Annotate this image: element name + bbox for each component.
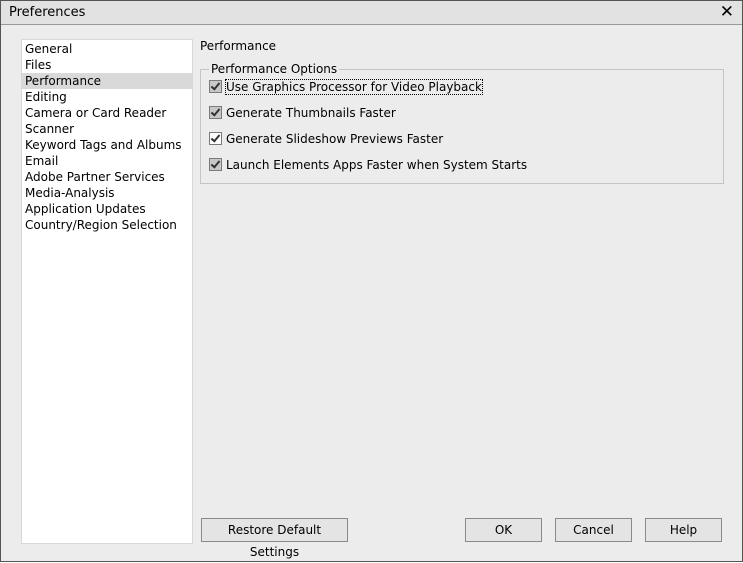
performance-options-group: Performance Options Use Graphics Process… (200, 62, 724, 184)
nav-item-media-analysis[interactable]: Media-Analysis (22, 185, 192, 201)
help-button[interactable]: Help (645, 518, 722, 542)
option-thumbnails[interactable]: Generate Thumbnails Faster (209, 105, 396, 121)
title-bar: Preferences ✕ (1, 1, 742, 25)
option-launch-faster[interactable]: Launch Elements Apps Faster when System … (209, 157, 527, 173)
option-slideshow[interactable]: Generate Slideshow Previews Faster (209, 131, 443, 147)
close-icon[interactable]: ✕ (720, 2, 734, 22)
checkbox-icon[interactable] (209, 132, 222, 145)
group-label: Performance Options (209, 62, 340, 76)
nav-item-editing[interactable]: Editing (22, 89, 192, 105)
nav-item-general[interactable]: General (22, 41, 192, 57)
nav-item-performance[interactable]: Performance (22, 73, 192, 89)
nav-item-adobe-partner[interactable]: Adobe Partner Services (22, 169, 192, 185)
nav-item-app-updates[interactable]: Application Updates (22, 201, 192, 217)
cancel-button[interactable]: Cancel (555, 518, 632, 542)
nav-item-scanner[interactable]: Scanner (22, 121, 192, 137)
category-list: General Files Performance Editing Camera… (21, 39, 193, 544)
checkbox-icon[interactable] (209, 158, 222, 171)
preferences-dialog: Preferences ✕ General Files Performance … (0, 0, 743, 562)
ok-button[interactable]: OK (465, 518, 542, 542)
option-gpu-video[interactable]: Use Graphics Processor for Video Playbac… (209, 79, 483, 95)
nav-item-keyword-tags[interactable]: Keyword Tags and Albums (22, 137, 192, 153)
panel-heading: Performance (200, 39, 277, 53)
checkbox-icon[interactable] (209, 80, 222, 93)
nav-item-camera[interactable]: Camera or Card Reader (22, 105, 192, 121)
restore-defaults-button[interactable]: Restore Default Settings (201, 518, 348, 559)
nav-item-files[interactable]: Files (22, 57, 192, 73)
dialog-title: Preferences (9, 5, 86, 20)
nav-item-email[interactable]: Email (22, 153, 192, 169)
checkbox-icon[interactable] (209, 106, 222, 119)
nav-item-country[interactable]: Country/Region Selection (22, 217, 192, 233)
